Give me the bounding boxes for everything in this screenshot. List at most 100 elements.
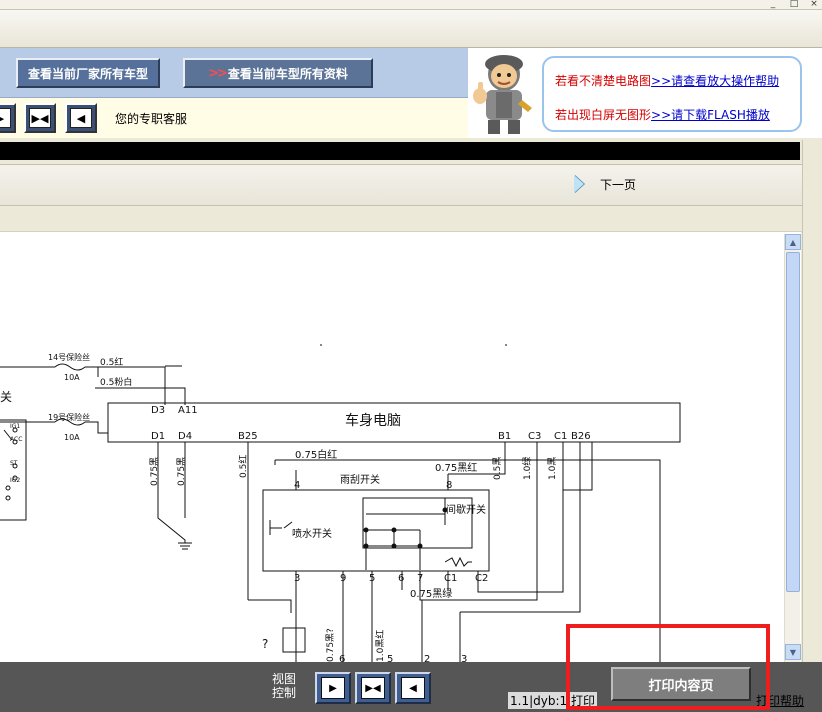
black-divider bbox=[0, 142, 800, 160]
question-mark: ? bbox=[262, 637, 268, 651]
nav-fit-icon: ▶◀ bbox=[29, 108, 51, 128]
page-scrollbar[interactable] bbox=[802, 140, 822, 662]
pin-b25: B25 bbox=[238, 431, 258, 442]
view-fit-button[interactable]: ▶◀ bbox=[355, 672, 391, 704]
header: 查看当前厂家所有车型 >> 查看当前车型所有资料 ▶ ▶◀ ◀ 您的专职客服 bbox=[0, 48, 822, 138]
next-page-label: 下一页 bbox=[600, 177, 637, 192]
wire-label-05-red-vertical: 0.5红 bbox=[237, 455, 249, 478]
fuse14-amp: 10A bbox=[64, 373, 80, 382]
view-label-line2: 控制 bbox=[272, 686, 297, 700]
help-frame: 若看不清楚电路图>>请查看放大操作帮助 若出现白屏无图形>>请下载FLASH播放 bbox=[542, 56, 802, 132]
terminal-6: 6 bbox=[398, 573, 404, 584]
nav-first-icon: ▶ bbox=[0, 108, 11, 128]
pin-a11: A11 bbox=[178, 405, 198, 416]
page-nav-bar: 下一页 bbox=[0, 164, 802, 206]
diagram-scrollbar[interactable]: ▲ ▼ bbox=[784, 234, 801, 662]
wire-label-075-black-1: 0.75黑 bbox=[149, 457, 160, 486]
ign-label-acc: ACC bbox=[10, 436, 22, 443]
scroll-up-icon[interactable]: ▲ bbox=[785, 234, 801, 250]
help-box: 若看不清楚电路图>>请查看放大操作帮助 若出现白屏无图形>>请下载FLASH播放 bbox=[540, 48, 822, 138]
wire-label-10-black-red: 1.0黑红 bbox=[374, 630, 386, 662]
ign-label-st: ST bbox=[10, 460, 18, 467]
pin-d3: D3 bbox=[151, 405, 165, 416]
pin-d4: D4 bbox=[178, 431, 192, 442]
terminal-3: 3 bbox=[294, 573, 300, 584]
wire-label-075-white-red: 0.75白红 bbox=[295, 448, 337, 461]
sub-toolbar bbox=[0, 206, 802, 232]
arrow-right-icon bbox=[574, 175, 584, 193]
ecu-title: 车身电脑 bbox=[345, 412, 401, 429]
terminal-c2: C2 bbox=[475, 573, 488, 584]
wire-label-10-black: 1.0黑 bbox=[547, 457, 558, 480]
terminal-4: 4 bbox=[294, 480, 300, 491]
nav-back-button[interactable]: ◀ bbox=[65, 103, 97, 133]
help-zoom-text: 若看不清楚电路图 bbox=[555, 74, 652, 88]
fuse14-label: 14号保险丝 bbox=[48, 352, 90, 362]
wire-label-075-black-2: 0.75黑 bbox=[176, 457, 187, 486]
nav-first-button[interactable]: ▶ bbox=[0, 103, 16, 133]
terminal-c1: C1 bbox=[444, 573, 457, 584]
wiring-diagram-view[interactable]: 14号保险丝 10A 19号保险丝 10A 0.5红 0.5粉白 关 IG1 A… bbox=[0, 232, 801, 662]
view-back-button[interactable]: ◀ bbox=[395, 672, 431, 704]
view-label-line1: 视图 bbox=[272, 672, 297, 686]
print-help-link[interactable]: 打印帮助 bbox=[756, 692, 804, 709]
terminal-7: 7 bbox=[417, 573, 423, 584]
bottom-toolbar: 视图 控制 ▶ ▶◀ ◀ 1.1|dyb:1 打印 打印内容页 打印帮助 bbox=[0, 662, 822, 712]
minimize-button[interactable]: _ bbox=[766, 0, 780, 10]
app-window: _ □ × 查看当前厂家所有车型 >> 查看当前车型所有资料 ▶ ▶◀ ◀ 您的… bbox=[0, 0, 822, 712]
help-flash-text: 若出现白屏无图形 bbox=[555, 108, 652, 122]
fuse19-amp: 10A bbox=[64, 433, 80, 442]
bottom-num-3: 3 bbox=[461, 654, 467, 662]
print-content-button[interactable]: 打印内容页 bbox=[611, 667, 751, 701]
scroll-thumb[interactable] bbox=[786, 252, 800, 592]
double-chevron-icon: >> bbox=[208, 65, 228, 81]
view-all-models-label: 查看当前厂家所有车型 bbox=[27, 66, 148, 81]
view-forward-button[interactable]: ▶ bbox=[315, 672, 351, 704]
interval-switch-label: 间歇开关 bbox=[446, 503, 486, 516]
wire-label-05-pinkwhite: 0.5粉白 bbox=[100, 376, 132, 388]
view-all-docs-label: 查看当前车型所有资料 bbox=[227, 66, 348, 81]
wiring-diagram: 14号保险丝 10A 19号保险丝 10A 0.5红 0.5粉白 关 IG1 A… bbox=[0, 344, 681, 662]
washer-switch-label: 喷水开关 bbox=[292, 527, 332, 540]
ign-label-ig2: IG2 bbox=[10, 477, 20, 484]
view-all-docs-button[interactable]: >> 查看当前车型所有资料 bbox=[183, 58, 373, 88]
pin-b1: B1 bbox=[498, 431, 511, 442]
wire-label-075-black-red: 0.75黑红 bbox=[435, 461, 477, 474]
bottom-num-2: 2 bbox=[424, 654, 430, 662]
page-info: 1.1|dyb:1 打印 bbox=[508, 692, 597, 709]
fit-icon: ▶◀ bbox=[361, 677, 385, 699]
switch-label: 关 bbox=[0, 390, 12, 404]
bottom-num-6: 6 bbox=[339, 654, 345, 662]
wire-label-05-black: 0.5黑 bbox=[492, 457, 503, 480]
pin-d1: D1 bbox=[151, 431, 165, 442]
wire-label-075-q: 0.75黑? bbox=[325, 628, 336, 662]
pin-c1: C1 bbox=[554, 431, 567, 442]
help-line-zoom: 若看不清楚电路图>>请查看放大操作帮助 bbox=[555, 72, 779, 89]
close-button[interactable]: × bbox=[807, 0, 821, 10]
zoom-help-link[interactable]: >>请查看放大操作帮助 bbox=[651, 74, 779, 88]
mechanic-mascot-icon bbox=[468, 48, 540, 138]
next-page-link[interactable]: 下一页 bbox=[574, 175, 636, 193]
terminal-8: 8 bbox=[446, 480, 452, 491]
scroll-down-icon[interactable]: ▼ bbox=[785, 644, 801, 660]
play-left-icon: ◀ bbox=[401, 677, 425, 699]
terminal-9: 9 bbox=[340, 573, 346, 584]
customer-service-label: 您的专职客服 bbox=[115, 112, 188, 126]
wiper-switch-label: 雨刮开关 bbox=[340, 473, 380, 486]
terminal-5: 5 bbox=[369, 573, 375, 584]
wire-label-075-black-green: 0.75黑绿 bbox=[410, 587, 452, 600]
wire-label-05-red: 0.5红 bbox=[100, 356, 123, 368]
view-control-label: 视图 控制 bbox=[272, 672, 296, 700]
play-right-icon: ▶ bbox=[321, 677, 345, 699]
flash-download-link[interactable]: >>请下载FLASH播放 bbox=[651, 108, 770, 122]
wire-label-10-green: 1.0绿 bbox=[521, 457, 533, 480]
nav-fit-button[interactable]: ▶◀ bbox=[24, 103, 56, 133]
pin-b26: B26 bbox=[571, 431, 591, 442]
fuse19-label: 19号保险丝 bbox=[48, 412, 90, 422]
ign-label-ig1: IG1 bbox=[10, 423, 20, 430]
title-bar: _ □ × bbox=[0, 0, 822, 10]
maximize-button[interactable]: □ bbox=[787, 0, 801, 10]
bottom-num-5: 5 bbox=[387, 654, 393, 662]
view-all-models-button[interactable]: 查看当前厂家所有车型 bbox=[16, 58, 160, 88]
nav-back-icon: ◀ bbox=[70, 108, 92, 128]
